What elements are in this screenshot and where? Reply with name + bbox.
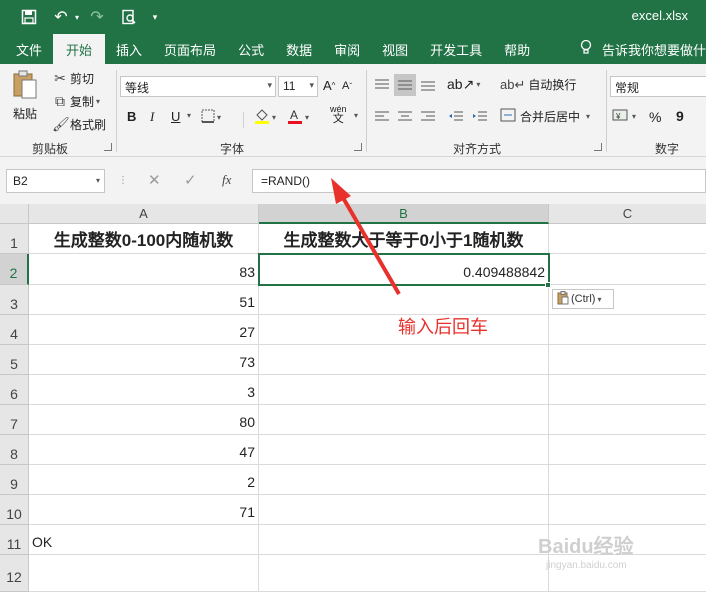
watermark-logo: Baidu经验 [538,536,634,558]
annotation-text: 输入后回车 [398,317,488,337]
annotation-arrow [331,178,401,296]
watermark-url: jingyan.baidu.com [546,560,627,571]
